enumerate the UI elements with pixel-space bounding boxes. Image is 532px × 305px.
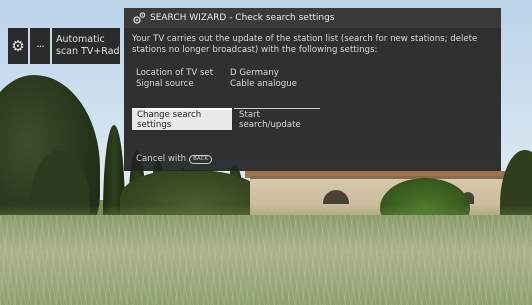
cancel-text: Cancel with [136,154,187,164]
dialog-header: SEARCH WIZARD - Check search settings [124,8,501,28]
setting-label: Location of TV set [136,68,214,78]
setting-value: D Germany [230,68,279,78]
dialog-description: Your TV carries out the update of the st… [132,34,478,55]
side-toolbar: ⚙ ··· Automatic scan TV+Radio [8,28,120,64]
cancel-hint: Cancel with BACK [136,154,212,164]
settings-button[interactable]: ⚙ [8,28,28,64]
setting-label: Signal source [136,79,194,89]
setting-row-signal-source: Signal source Cable analogue [136,79,297,90]
back-key-icon: BACK [189,154,212,164]
dialog-actions: Change search settings Start search/upda… [132,108,320,130]
change-search-settings-button[interactable]: Change search settings [132,108,232,130]
setting-value: Cable analogue [230,79,297,89]
start-search-update-button[interactable]: Start search/update [234,108,320,130]
settings-list: Location of TV set D Germany Signal sour… [136,68,297,90]
gear-icon: ⚙ [11,37,25,55]
scan-label-line2: scan TV+Radio [56,46,120,57]
more-button[interactable]: ··· [30,28,50,64]
setting-row-location: Location of TV set D Germany [136,68,297,79]
search-wizard-icon [133,12,146,24]
dialog-title: SEARCH WIZARD - Check search settings [150,13,335,23]
more-label: ··· [36,39,44,53]
scan-label-line1: Automatic [56,34,105,45]
search-wizard-dialog: SEARCH WIZARD - Check search settings Yo… [124,8,501,171]
automatic-scan-button[interactable]: Automatic scan TV+Radio [52,28,120,64]
grass-field [0,215,532,305]
